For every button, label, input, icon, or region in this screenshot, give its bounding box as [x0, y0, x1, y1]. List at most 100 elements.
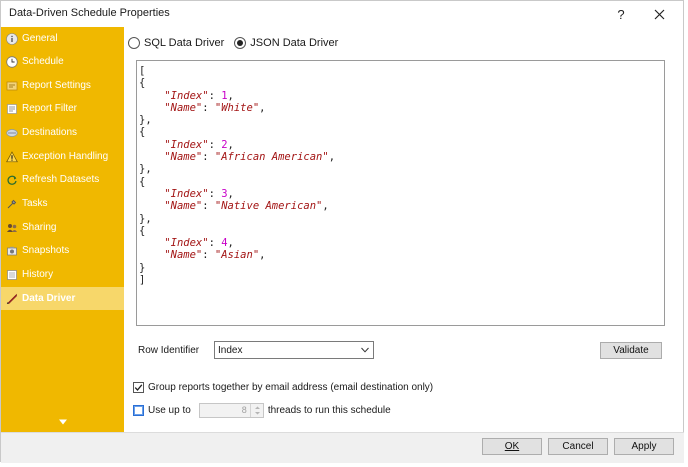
json-key: "Index": [164, 89, 209, 102]
row-identifier-value: Index: [218, 344, 243, 356]
json-key: "Name": [164, 200, 203, 213]
sidebar-item-label: Destinations: [22, 127, 78, 138]
sidebar-item-label: Snapshots: [22, 245, 70, 256]
sidebar-item-sharing[interactable]: Sharing: [1, 216, 124, 239]
threads-value: 8: [241, 405, 247, 415]
sidebar: General Schedule Report Settings Report …: [1, 27, 124, 432]
sidebar-item-label: Exception Handling: [22, 151, 109, 162]
sidebar-item-schedule[interactable]: Schedule: [1, 50, 124, 73]
refresh-icon: [6, 174, 18, 186]
sidebar-item-exception-handling[interactable]: Exception Handling: [1, 145, 124, 168]
json-number: 3: [221, 187, 228, 200]
json-key: "Index": [164, 237, 209, 250]
sidebar-item-label: Tasks: [22, 198, 48, 209]
sidebar-item-label: Refresh Datasets: [22, 174, 100, 185]
close-button[interactable]: [644, 3, 674, 25]
data-driver-icon: [6, 293, 18, 305]
json-string: "Native American": [214, 200, 323, 213]
sidebar-item-report-settings[interactable]: Report Settings: [1, 74, 124, 97]
code-line: },: [139, 114, 152, 127]
group-by-email-option: Group reports together by email address …: [133, 382, 433, 393]
dialog-window: Data-Driven Schedule Properties ? Genera…: [0, 0, 684, 463]
cancel-button[interactable]: Cancel: [548, 438, 608, 455]
code-line: "Index": 1,: [164, 89, 234, 102]
code-line: },: [139, 163, 152, 176]
code-line: {: [139, 77, 146, 90]
code-line: "Name": "Native American",: [164, 200, 329, 213]
sidebar-item-snapshots[interactable]: Snapshots: [1, 239, 124, 262]
use-up-to-label: Use up to: [148, 405, 191, 416]
window-title: Data-Driven Schedule Properties: [9, 7, 170, 19]
sidebar-item-history[interactable]: History: [1, 263, 124, 286]
json-driver-radio[interactable]: JSON Data Driver: [234, 37, 338, 49]
snapshots-icon: [6, 245, 18, 257]
radio-dot: [128, 37, 140, 49]
json-key: "Index": [164, 187, 209, 200]
json-key: "Name": [164, 101, 203, 114]
code-line: ]: [139, 274, 146, 287]
code-line: {: [139, 175, 146, 188]
group-by-email-checkbox[interactable]: [133, 382, 144, 393]
sidebar-item-destinations[interactable]: Destinations: [1, 121, 124, 144]
clock-icon: [6, 55, 18, 68]
sidebar-item-general[interactable]: General: [1, 27, 124, 50]
json-string: "White": [214, 101, 260, 114]
info-icon: [6, 32, 18, 45]
json-editor[interactable]: [ { "Index": 1, "Name": "White", }, { "I…: [136, 60, 665, 326]
threads-suffix-label: threads to run this schedule: [267, 405, 391, 416]
json-number: 1: [221, 89, 228, 102]
stepper-arrows[interactable]: [249, 404, 263, 417]
group-by-email-label: Group reports together by email address …: [148, 382, 434, 393]
help-button[interactable]: ?: [606, 3, 636, 25]
history-icon: [6, 269, 18, 281]
checkmark-icon: [134, 384, 143, 391]
radio-dot: [234, 37, 247, 49]
sidebar-item-report-filter[interactable]: Report Filter: [1, 97, 124, 120]
code-line: }: [139, 261, 146, 274]
json-number: 2: [221, 138, 228, 151]
sidebar-item-label: History: [22, 269, 54, 280]
sidebar-scroll-down-icon[interactable]: [58, 419, 68, 425]
code-line: {: [139, 224, 146, 237]
use-up-to-checkbox[interactable]: [133, 405, 144, 416]
json-key: "Name": [164, 249, 203, 262]
code-line: {: [139, 126, 146, 139]
ok-button[interactable]: OK: [482, 438, 542, 455]
json-key: "Index": [164, 138, 209, 151]
sql-driver-radio[interactable]: SQL Data Driver: [128, 37, 224, 49]
sidebar-item-label: Report Settings: [22, 80, 91, 91]
json-key: "Name": [164, 151, 203, 164]
validate-button[interactable]: Validate: [600, 342, 662, 359]
destinations-icon: [6, 127, 18, 139]
main-panel: SQL Data Driver JSON Data Driver [ { "In…: [124, 27, 684, 432]
code-line: },: [139, 212, 152, 225]
sidebar-item-label: Data Driver: [22, 293, 76, 304]
cancel-button-label: Cancel: [562, 441, 594, 452]
filter-icon: [6, 103, 18, 115]
close-icon: [654, 9, 664, 19]
settings-icon: [6, 80, 18, 92]
code-line: [: [139, 65, 146, 77]
code-line: "Index": 3,: [164, 187, 234, 200]
json-number: 4: [221, 237, 228, 250]
up-down-arrows-icon: [254, 406, 260, 415]
sql-driver-label: SQL Data Driver: [144, 37, 225, 49]
json-driver-label: JSON Data Driver: [250, 37, 339, 49]
threads-stepper[interactable]: 8: [198, 403, 264, 418]
sharing-icon: [6, 222, 18, 234]
row-identifier-select[interactable]: Index: [214, 341, 374, 359]
tasks-icon: [6, 198, 18, 210]
row-identifier-label: Row Identifier: [138, 345, 200, 356]
sidebar-item-label: Sharing: [22, 222, 57, 233]
code-line: "Name": "African American",: [164, 151, 336, 164]
sidebar-item-label: Schedule: [22, 56, 64, 67]
sidebar-item-refresh-datasets[interactable]: Refresh Datasets: [1, 168, 124, 191]
chevron-down-icon: [361, 347, 369, 353]
apply-button[interactable]: Apply: [614, 438, 674, 455]
code-line: "Name": "Asian",: [164, 249, 266, 262]
json-string: "African American": [214, 151, 329, 164]
sidebar-item-tasks[interactable]: Tasks: [1, 192, 124, 215]
title-bar: Data-Driven Schedule Properties ?: [1, 1, 683, 27]
sidebar-item-data-driver[interactable]: Data Driver: [1, 287, 124, 310]
sidebar-item-label: Report Filter: [22, 103, 78, 114]
